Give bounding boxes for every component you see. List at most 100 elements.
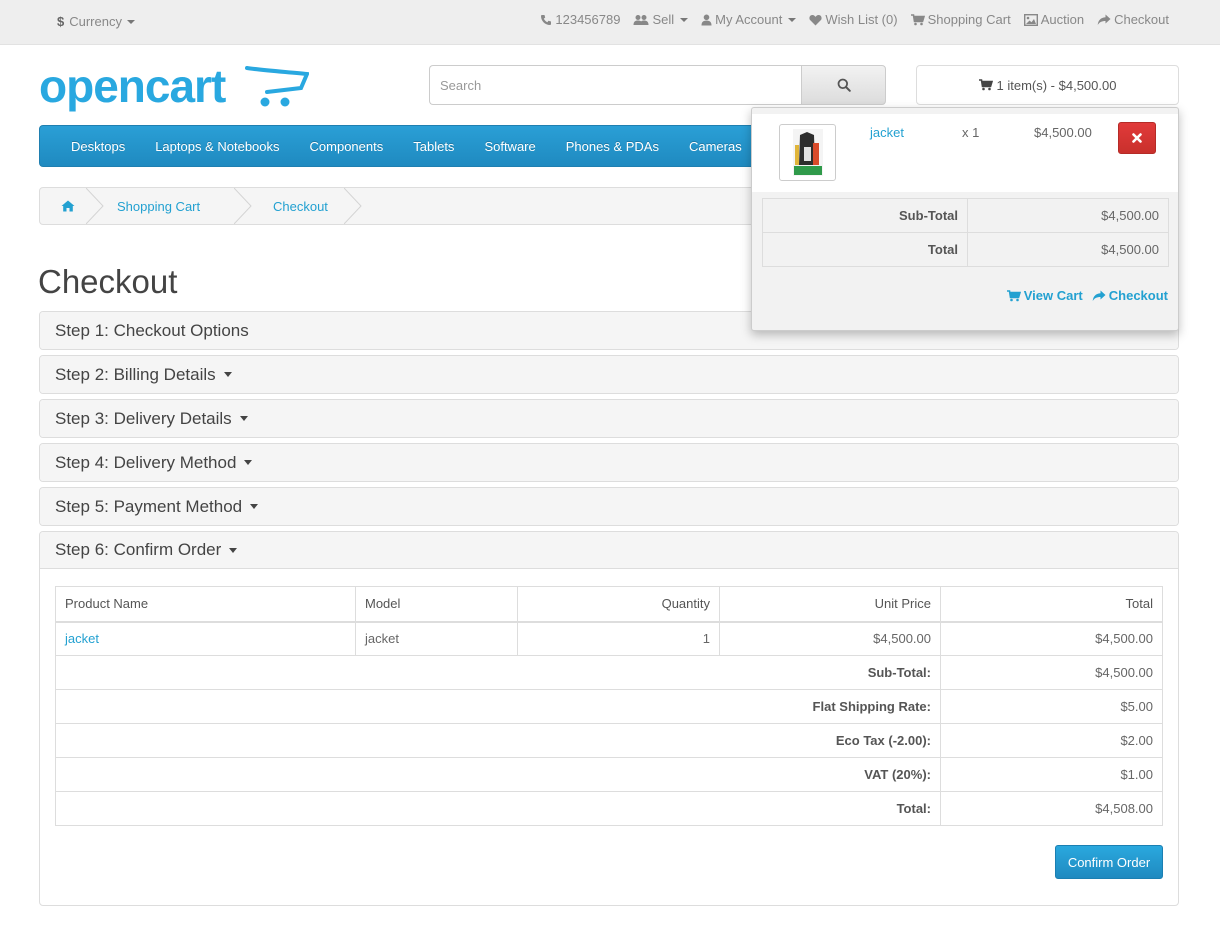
breadcrumb-home[interactable] <box>40 188 104 224</box>
menu-item-cameras[interactable]: Cameras <box>674 139 757 154</box>
cell-quantity: 1 <box>517 621 720 656</box>
sell-menu[interactable]: Sell <box>633 12 689 27</box>
cart-item-name[interactable]: jacket <box>870 125 904 140</box>
view-cart-label: View Cart <box>1023 288 1083 303</box>
cell-total: $4,500.00 <box>940 621 1163 656</box>
logo-text: opencart <box>39 60 226 112</box>
cart-button[interactable]: 1 item(s) - $4,500.00 <box>916 65 1179 105</box>
menu-item-desktops[interactable]: Desktops <box>56 139 140 154</box>
users-icon <box>633 14 649 25</box>
my-account-menu[interactable]: My Account <box>701 12 797 27</box>
total-value: $1.00 <box>940 757 1163 792</box>
breadcrumb-shopping-cart[interactable]: Shopping Cart <box>96 188 252 224</box>
currency-dropdown[interactable]: $ Currency <box>57 14 135 29</box>
cart-dropdown-links: View Cart Checkout <box>1006 288 1168 303</box>
breadcrumb-label: Shopping Cart <box>117 198 201 214</box>
shopping-cart-label: Shopping Cart <box>927 12 1011 27</box>
phone-icon <box>541 14 552 25</box>
totals-row: Flat Shipping Rate: $5.00 <box>55 689 1163 724</box>
cart-dropdown: jacket x 1 $4,500.00 Sub-Total $4,500.00… <box>751 107 1179 331</box>
breadcrumb-checkout[interactable]: Checkout <box>244 188 362 224</box>
search-icon <box>837 78 851 92</box>
step-5-heading[interactable]: Step 5: Payment Method <box>40 488 1178 525</box>
cart-icon <box>1006 289 1021 301</box>
step-6-heading[interactable]: Step 6: Confirm Order <box>40 532 1178 569</box>
cart-item-price: $4,500.00 <box>1034 125 1092 140</box>
dropdown-checkout-label: Checkout <box>1108 288 1168 303</box>
checkout-link[interactable]: Checkout <box>1097 12 1169 27</box>
total-value: $4,500.00 <box>940 655 1163 690</box>
wish-list-link[interactable]: Wish List (0) <box>809 12 898 27</box>
breadcrumb-label: Checkout <box>273 198 328 214</box>
col-total: Total <box>940 586 1163 623</box>
shopping-cart-link[interactable]: Shopping Cart <box>910 12 1011 27</box>
top-bar: $ Currency 123456789 Sell My Account Wis… <box>0 0 1220 45</box>
step-4-panel: Step 4: Delivery Method <box>39 443 1179 482</box>
remove-item-button[interactable] <box>1118 122 1156 154</box>
checkout-label: Checkout <box>1114 12 1169 27</box>
total-label: VAT (20%): <box>55 757 941 792</box>
col-quantity: Quantity <box>517 586 720 623</box>
total-label: Total <box>762 232 968 267</box>
auction-link[interactable]: Auction <box>1023 12 1084 27</box>
chevron-down-icon <box>788 17 797 22</box>
sell-label: Sell <box>652 12 675 27</box>
total-label: Total: <box>55 791 941 826</box>
step-label: Step 6: Confirm Order <box>55 540 222 559</box>
heart-icon <box>809 14 822 25</box>
total-label: Sub-Total <box>762 198 968 233</box>
menu-item-tablets[interactable]: Tablets <box>398 139 469 154</box>
opencart-logo[interactable]: opencart <box>39 60 309 116</box>
menu-item-software[interactable]: Software <box>469 139 550 154</box>
total-value: $5.00 <box>940 689 1163 724</box>
step-label: Step 3: Delivery Details <box>55 408 232 428</box>
total-label: Sub-Total: <box>55 655 941 690</box>
currency-symbol: $ <box>57 14 65 29</box>
cart-summary: 1 item(s) - $4,500.00 <box>996 77 1117 93</box>
chevron-down-icon <box>680 17 689 22</box>
wish-list-label: Wish List (0) <box>825 12 898 27</box>
menu-item-phones[interactable]: Phones & PDAs <box>551 139 674 154</box>
phone-number: 123456789 <box>555 12 621 27</box>
caret-down-icon <box>244 460 253 465</box>
cell-product: jacket <box>55 621 356 656</box>
image-icon <box>1023 13 1038 26</box>
chevron-down-icon <box>126 19 135 24</box>
close-icon <box>1132 133 1142 143</box>
view-cart-link[interactable]: View Cart <box>1006 288 1083 303</box>
col-unit-price: Unit Price <box>719 586 941 623</box>
my-account-label: My Account <box>715 12 783 27</box>
caret-down-icon <box>239 416 248 421</box>
totals-row: Sub-Total: $4,500.00 <box>55 655 1163 690</box>
totals-row: Total: $4,508.00 <box>55 791 1163 826</box>
step-4-heading[interactable]: Step 4: Delivery Method <box>40 444 1178 481</box>
caret-down-icon <box>223 372 232 377</box>
step-3-heading[interactable]: Step 3: Delivery Details <box>40 400 1178 437</box>
menu-item-components[interactable]: Components <box>295 139 399 154</box>
step-2-heading[interactable]: Step 2: Billing Details <box>40 356 1178 393</box>
share-icon <box>1092 290 1106 301</box>
table-row: jacket jacket 1 $4,500.00 $4,500.00 <box>55 621 1163 656</box>
dropdown-checkout-link[interactable]: Checkout <box>1092 288 1168 303</box>
home-icon <box>61 200 75 212</box>
menu-item-laptops[interactable]: Laptops & Notebooks <box>140 139 294 154</box>
caret-down-icon <box>250 504 259 509</box>
top-links: 123456789 Sell My Account Wish List (0) … <box>540 12 1169 27</box>
step-label: Step 4: Delivery Method <box>55 452 237 472</box>
phone-link[interactable]: 123456789 <box>540 12 620 27</box>
confirm-order-button[interactable]: Confirm Order <box>1055 845 1163 879</box>
totals-row: Eco Tax (-2.00): $2.00 <box>55 723 1163 758</box>
total-value: $4,500.00 <box>967 198 1169 233</box>
totals-row: Sub-Total $4,500.00 <box>762 198 1169 233</box>
page-title: Checkout <box>38 263 178 300</box>
search-button[interactable] <box>801 65 886 105</box>
search-input[interactable] <box>429 65 801 105</box>
product-link[interactable]: jacket <box>65 631 99 646</box>
cart-icon <box>978 79 993 91</box>
step-5-panel: Step 5: Payment Method <box>39 487 1179 526</box>
product-thumbnail[interactable] <box>779 124 836 181</box>
step-label: Step 5: Payment Method <box>55 496 243 516</box>
step-3-panel: Step 3: Delivery Details <box>39 399 1179 438</box>
total-label: Flat Shipping Rate: <box>55 689 941 724</box>
totals-row: Total $4,500.00 <box>762 232 1169 267</box>
